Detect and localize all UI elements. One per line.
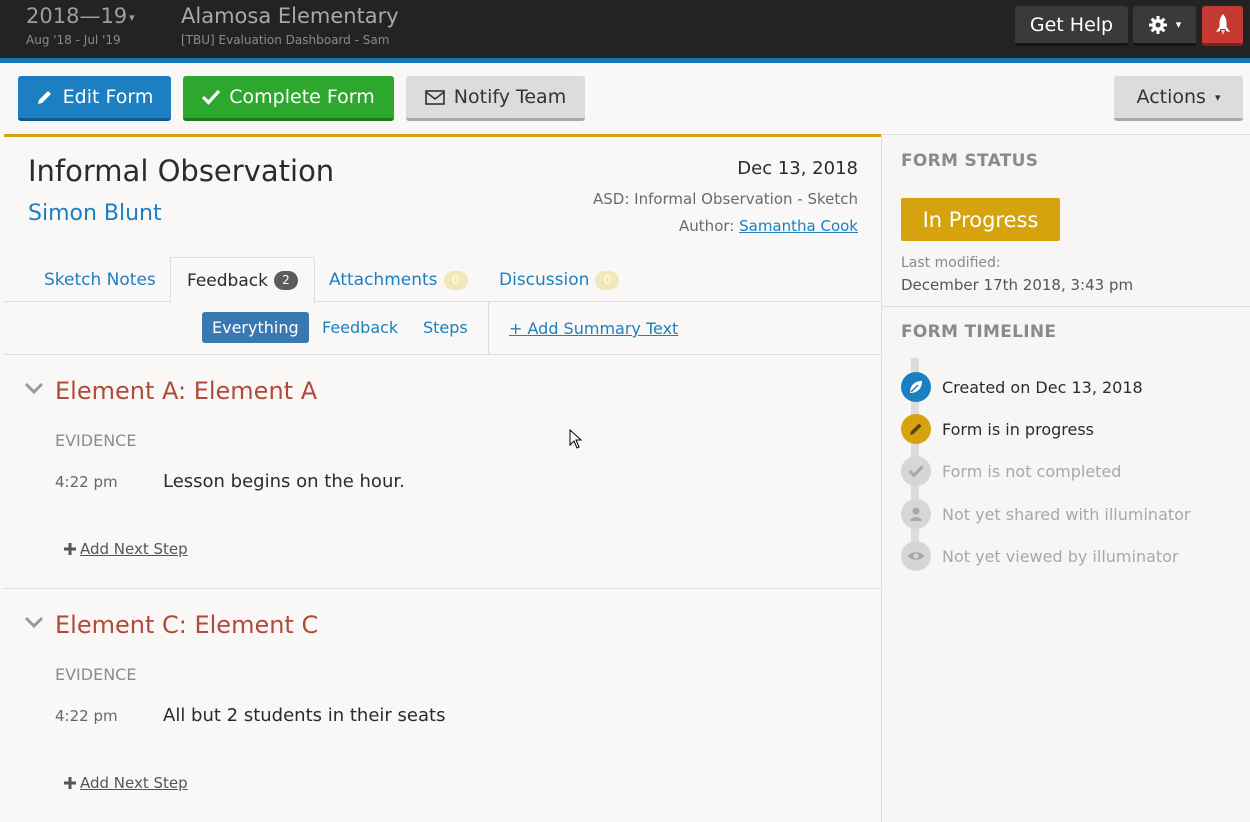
filter-steps[interactable]: Steps: [423, 312, 468, 343]
top-navigation-bar: 2018—19 ▾ Aug '18 - Jul '19 Alamosa Eleme…: [0, 0, 1250, 58]
form-main-panel: Informal Observation Simon Blunt Dec 13,…: [4, 137, 881, 822]
actions-label: Actions: [1136, 86, 1206, 108]
filter-everything[interactable]: Everything: [202, 312, 309, 343]
year-label[interactable]: 2018—19: [26, 4, 127, 28]
form-toolbar: Edit Form Complete Form Notify Team Acti…: [4, 63, 1250, 135]
divider: [882, 306, 1250, 307]
add-next-step-label: Add Next Step: [80, 540, 188, 558]
form-type: ASD: Informal Observation - Sketch: [592, 190, 858, 208]
leaf-icon: [901, 372, 931, 402]
author-label: Author:: [679, 217, 735, 235]
envelope-icon: [424, 89, 445, 105]
author-link[interactable]: Samantha Cook: [739, 217, 858, 235]
notify-team-label: Notify Team: [453, 86, 567, 108]
observee-name-link[interactable]: Simon Blunt: [28, 201, 162, 226]
complete-form-button[interactable]: Complete Form: [183, 76, 394, 121]
add-next-step-label: Add Next Step: [80, 774, 188, 792]
timeline-text: Created on Dec 13, 2018: [942, 377, 1143, 397]
school-name: Alamosa Elementary: [181, 4, 399, 28]
settings-button[interactable]: ▾: [1133, 6, 1196, 46]
form-date: Dec 13, 2018: [737, 158, 858, 179]
actions-dropdown[interactable]: Actions ▾: [1114, 76, 1243, 121]
timeline-item: Created on Dec 13, 2018: [901, 372, 1143, 402]
complete-form-label: Complete Form: [229, 86, 375, 108]
timeline-item: Not yet viewed by illuminator: [901, 541, 1179, 571]
timeline-text: Form is not completed: [942, 461, 1122, 481]
year-range: Aug '18 - Jul '19: [26, 33, 121, 47]
element-section: Element C: Element C EVIDENCE 4:22 pm Al…: [4, 589, 881, 822]
add-next-step-link[interactable]: Add Next Step: [64, 540, 188, 558]
evidence-time: 4:22 pm: [55, 473, 118, 491]
edit-form-label: Edit Form: [62, 86, 154, 108]
add-summary-text-link[interactable]: + Add Summary Text: [509, 319, 678, 338]
dashboard-subtitle: [TBU] Evaluation Dashboard - Sam: [181, 33, 390, 47]
count-badge: 0: [443, 270, 468, 290]
get-help-button[interactable]: Get Help: [1015, 6, 1128, 46]
content-filter-bar: Everything Feedback Steps + Add Summary …: [4, 302, 881, 355]
evidence-label: EVIDENCE: [55, 665, 137, 684]
divider: [488, 302, 489, 355]
filter-feedback[interactable]: Feedback: [322, 312, 398, 343]
tab-label: Sketch Notes: [44, 270, 156, 290]
year-selector[interactable]: 2018—19 ▾: [26, 4, 135, 28]
gear-icon: [1148, 15, 1167, 34]
timeline-item: Not yet shared with illuminator: [901, 499, 1191, 529]
count-badge: 0: [595, 270, 620, 290]
tab-sketch-notes[interactable]: Sketch Notes: [44, 270, 156, 290]
tab-feedback[interactable]: Feedback 2: [170, 257, 315, 303]
page-title: Informal Observation: [28, 154, 335, 188]
element-section: Element A: Element A EVIDENCE 4:22 pm Le…: [4, 355, 881, 589]
rocket-button[interactable]: [1202, 6, 1243, 46]
add-next-step-link[interactable]: Add Next Step: [64, 774, 188, 792]
tab-discussion[interactable]: Discussion 0: [499, 270, 620, 290]
form-status-heading: FORM STATUS: [901, 151, 1039, 171]
evidence-time: 4:22 pm: [55, 707, 118, 725]
mouse-cursor-icon: [569, 429, 583, 449]
timeline-item: Form is not completed: [901, 456, 1121, 486]
form-sidebar: FORM STATUS In Progress Last modified: D…: [881, 135, 1250, 822]
chevron-down-icon[interactable]: ▾: [129, 11, 135, 24]
tab-attachments[interactable]: Attachments 0: [329, 270, 468, 290]
last-modified-label: Last modified:: [901, 255, 1001, 271]
tab-label: Feedback: [187, 270, 268, 291]
edit-form-button[interactable]: Edit Form: [18, 76, 171, 121]
evidence-text: All but 2 students in their seats: [163, 705, 446, 726]
chevron-down-icon: ▾: [1175, 18, 1182, 31]
plus-icon: [64, 543, 76, 555]
tab-label: Discussion: [499, 270, 590, 290]
status-badge: In Progress: [901, 198, 1060, 241]
form-timeline-heading: FORM TIMELINE: [901, 322, 1057, 342]
pencil-icon: [37, 91, 51, 104]
element-title[interactable]: Element A: Element A: [55, 377, 317, 405]
chevron-down-icon[interactable]: [24, 615, 44, 629]
author-line: Author: Samantha Cook: [679, 217, 858, 235]
chevron-down-icon: ▾: [1214, 90, 1221, 104]
user-icon: [901, 499, 931, 529]
plus-icon: [64, 777, 76, 789]
timeline-text: Form is in progress: [942, 419, 1094, 439]
notify-team-button[interactable]: Notify Team: [406, 76, 585, 121]
eye-icon: [901, 541, 931, 571]
element-title[interactable]: Element C: Element C: [55, 611, 318, 639]
check-icon: [901, 456, 931, 486]
last-modified-value: December 17th 2018, 3:43 pm: [901, 276, 1134, 294]
count-badge: 2: [273, 271, 298, 290]
rocket-icon: [1215, 13, 1230, 35]
chevron-down-icon[interactable]: [24, 381, 44, 395]
pencil-icon: [901, 414, 931, 444]
check-icon: [202, 89, 221, 105]
evidence-label: EVIDENCE: [55, 431, 137, 450]
evidence-text: Lesson begins on the hour.: [163, 471, 405, 492]
tab-label: Attachments: [329, 270, 438, 290]
timeline-text: Not yet shared with illuminator: [942, 504, 1191, 524]
timeline-item: Form is in progress: [901, 414, 1094, 444]
timeline-text: Not yet viewed by illuminator: [942, 546, 1179, 566]
form-tabs: Sketch Notes Feedback 2 Attachments 0 Di…: [4, 257, 881, 303]
